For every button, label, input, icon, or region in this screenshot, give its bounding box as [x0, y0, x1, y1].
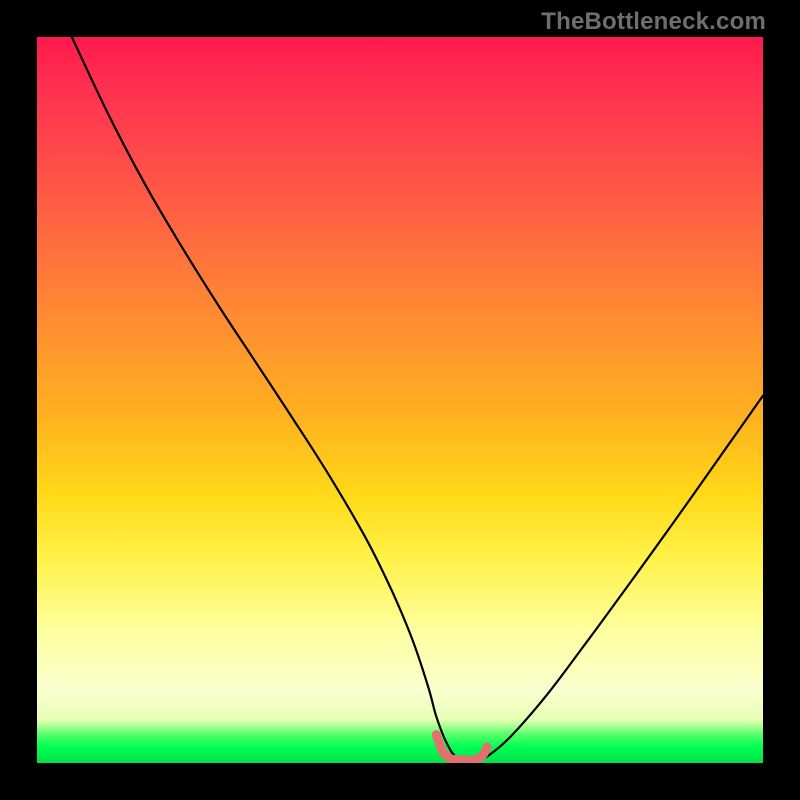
watermark-text: TheBottleneck.com: [541, 8, 766, 36]
chart-stage: TheBottleneck.com: [0, 0, 800, 800]
plot-gradient-background: [37, 37, 763, 763]
